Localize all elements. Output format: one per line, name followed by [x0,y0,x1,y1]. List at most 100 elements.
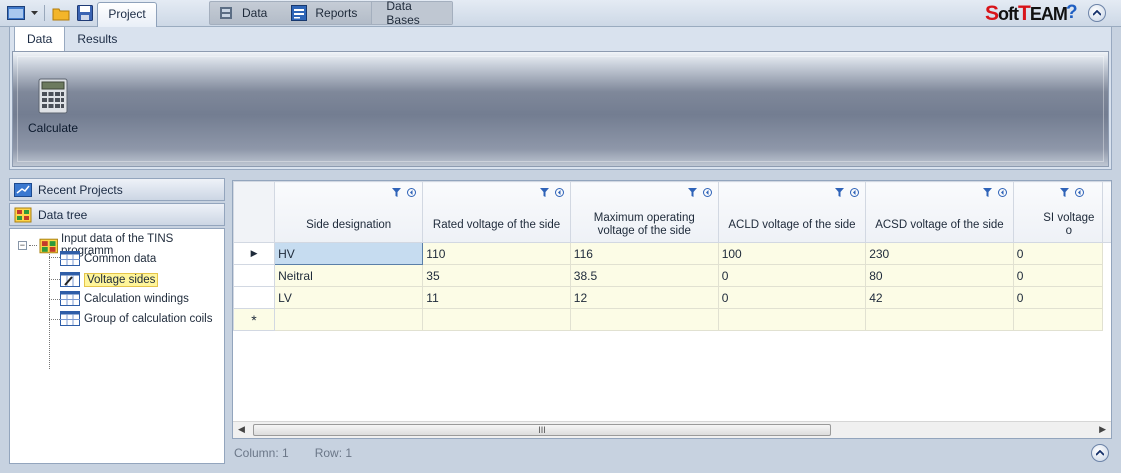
tab-project[interactable]: Project [97,2,157,27]
grid-cell[interactable]: HV [274,242,424,265]
grid-cell[interactable]: Neitral [274,264,424,287]
grid-cell[interactable] [717,308,867,331]
grid-cell[interactable] [274,308,424,331]
sort-icon[interactable] [997,188,1007,197]
grid-cell[interactable] [422,308,571,331]
scroll-right-icon[interactable]: ▶ [1099,424,1106,435]
scroll-thumb[interactable]: III [253,424,831,436]
menu-data[interactable]: Data [210,2,275,24]
column-header-rated-voltage[interactable]: Rated voltage of the side [422,181,571,243]
tree-item-group-of-calculation-coils[interactable]: Group of calculation coils [60,311,212,326]
data-tree-icon [14,207,32,222]
new-row[interactable]: * [233,308,1112,331]
tree-connector [49,299,60,300]
separator [44,5,45,21]
grid-cell[interactable]: 12 [569,286,719,309]
column-label: ACSD voltage of the side [875,218,1004,231]
sort-icon[interactable] [702,188,712,197]
chevron-up-icon [1093,10,1101,16]
table-icon [60,291,80,306]
chevron-up-icon [1096,450,1104,456]
grid-cell[interactable] [1012,308,1104,331]
tab-results[interactable]: Results [65,27,129,51]
status-column: Column: 1 [234,446,289,460]
tree-item-label: Common data [84,252,157,265]
table-row[interactable]: Neitral 35 38.5 0 80 0 [233,264,1112,287]
grid-cell[interactable]: 0 [717,264,867,287]
grid-cell[interactable]: 38.5 [569,264,719,287]
recent-projects-header[interactable]: Recent Projects [9,178,225,201]
app-menu-button[interactable] [6,4,26,22]
new-row-indicator-icon[interactable]: * [233,308,276,331]
top-bar: Project Data Reports Data Bases SoftTEAM… [0,0,1121,27]
status-row: Row: 1 [314,446,353,460]
row-header[interactable] [233,264,276,287]
help-button[interactable]: ? [1066,2,1078,24]
filter-icon[interactable] [1059,188,1069,197]
column-header-max-operating-voltage[interactable]: Maximum operating voltage of the side [569,181,719,243]
menu-reports-label: Reports [315,6,358,20]
column-header-acld-voltage[interactable]: ACLD voltage of the side [717,181,867,243]
status-bar: Column: 1 Row: 1 [234,446,352,460]
grid-cell[interactable]: 0 [1012,242,1104,265]
tree-item-label: Group of calculation coils [84,312,213,325]
data-tree: − Input data of the TINS programm Common… [9,228,225,464]
column-header-side-designation[interactable]: Side designation [274,181,424,243]
filter-icon[interactable] [835,188,845,197]
grid-cell[interactable]: 230 [865,242,1014,265]
grid-cell[interactable]: 35 [422,264,571,287]
filter-icon[interactable] [687,188,697,197]
grid-cell[interactable]: 110 [422,242,571,265]
sort-icon[interactable] [407,188,417,197]
voltage-sides-grid: Side designation Rated voltage of the si… [232,180,1112,439]
window-icon [7,6,25,20]
grid-cell[interactable]: 0 [1012,286,1104,309]
table-edit-icon [60,272,80,287]
filter-icon[interactable] [982,188,992,197]
tree-item-calculation-windings[interactable]: Calculation windings [60,291,189,306]
navigation-panel: Recent Projects Data tree − Input data o… [9,178,225,464]
table-row[interactable]: ▶ HV 110 116 100 230 0 [233,242,1112,265]
softteam-logo: SoftTEAM [985,2,1068,25]
row-header[interactable] [233,286,276,309]
menu-reports[interactable]: Reports [283,2,365,24]
grid-cell[interactable]: 100 [717,242,867,265]
filter-icon[interactable] [539,188,549,197]
grid-cell[interactable]: 0 [717,286,867,309]
grid-cell[interactable]: LV [274,286,424,309]
collapse-ribbon-button[interactable] [1088,4,1106,22]
collapse-toggle-icon[interactable]: − [18,240,27,250]
data-tree-header[interactable]: Data tree [9,203,225,226]
grid-corner[interactable] [233,181,276,243]
sort-icon[interactable] [1074,188,1084,197]
grid-cell[interactable] [865,308,1014,331]
column-header-acsd-voltage[interactable]: ACSD voltage of the side [865,181,1014,243]
tree-item-voltage-sides[interactable]: Voltage sides [60,272,159,287]
menu-data-bases[interactable]: Data Bases [371,0,452,27]
column-header-si-voltage[interactable]: SI voltage o [1012,181,1104,243]
horizontal-scrollbar[interactable]: ◀ III ▶ [233,421,1111,438]
grid-header-row: Side designation Rated voltage of the si… [233,181,1111,243]
tree-item-common-data[interactable]: Common data [60,251,156,266]
grid-cell[interactable]: 42 [865,286,1014,309]
sort-icon[interactable] [554,188,564,197]
filter-icon[interactable] [392,188,402,197]
save-button[interactable] [75,4,95,22]
ribbon: Data Results Calculate [9,27,1112,170]
grid-cell[interactable]: 11 [422,286,571,309]
current-row-indicator-icon[interactable]: ▶ [233,242,276,265]
open-folder-button[interactable] [51,4,71,22]
scroll-left-icon[interactable]: ◀ [238,424,245,435]
sort-icon[interactable] [850,188,860,197]
grid-cell[interactable]: 80 [865,264,1014,287]
dropdown-arrow-icon[interactable] [30,4,38,22]
ribbon-panel: Calculate [12,51,1109,167]
grid-cell[interactable]: 116 [569,242,719,265]
table-row[interactable]: LV 11 12 0 42 0 [233,286,1112,309]
tab-data[interactable]: Data [14,27,66,51]
scroll-up-button[interactable] [1091,444,1109,462]
calculate-button[interactable]: Calculate [25,78,81,140]
grid-cell[interactable] [569,308,719,331]
column-header-overflow [1102,181,1111,243]
grid-cell[interactable]: 0 [1012,264,1104,287]
